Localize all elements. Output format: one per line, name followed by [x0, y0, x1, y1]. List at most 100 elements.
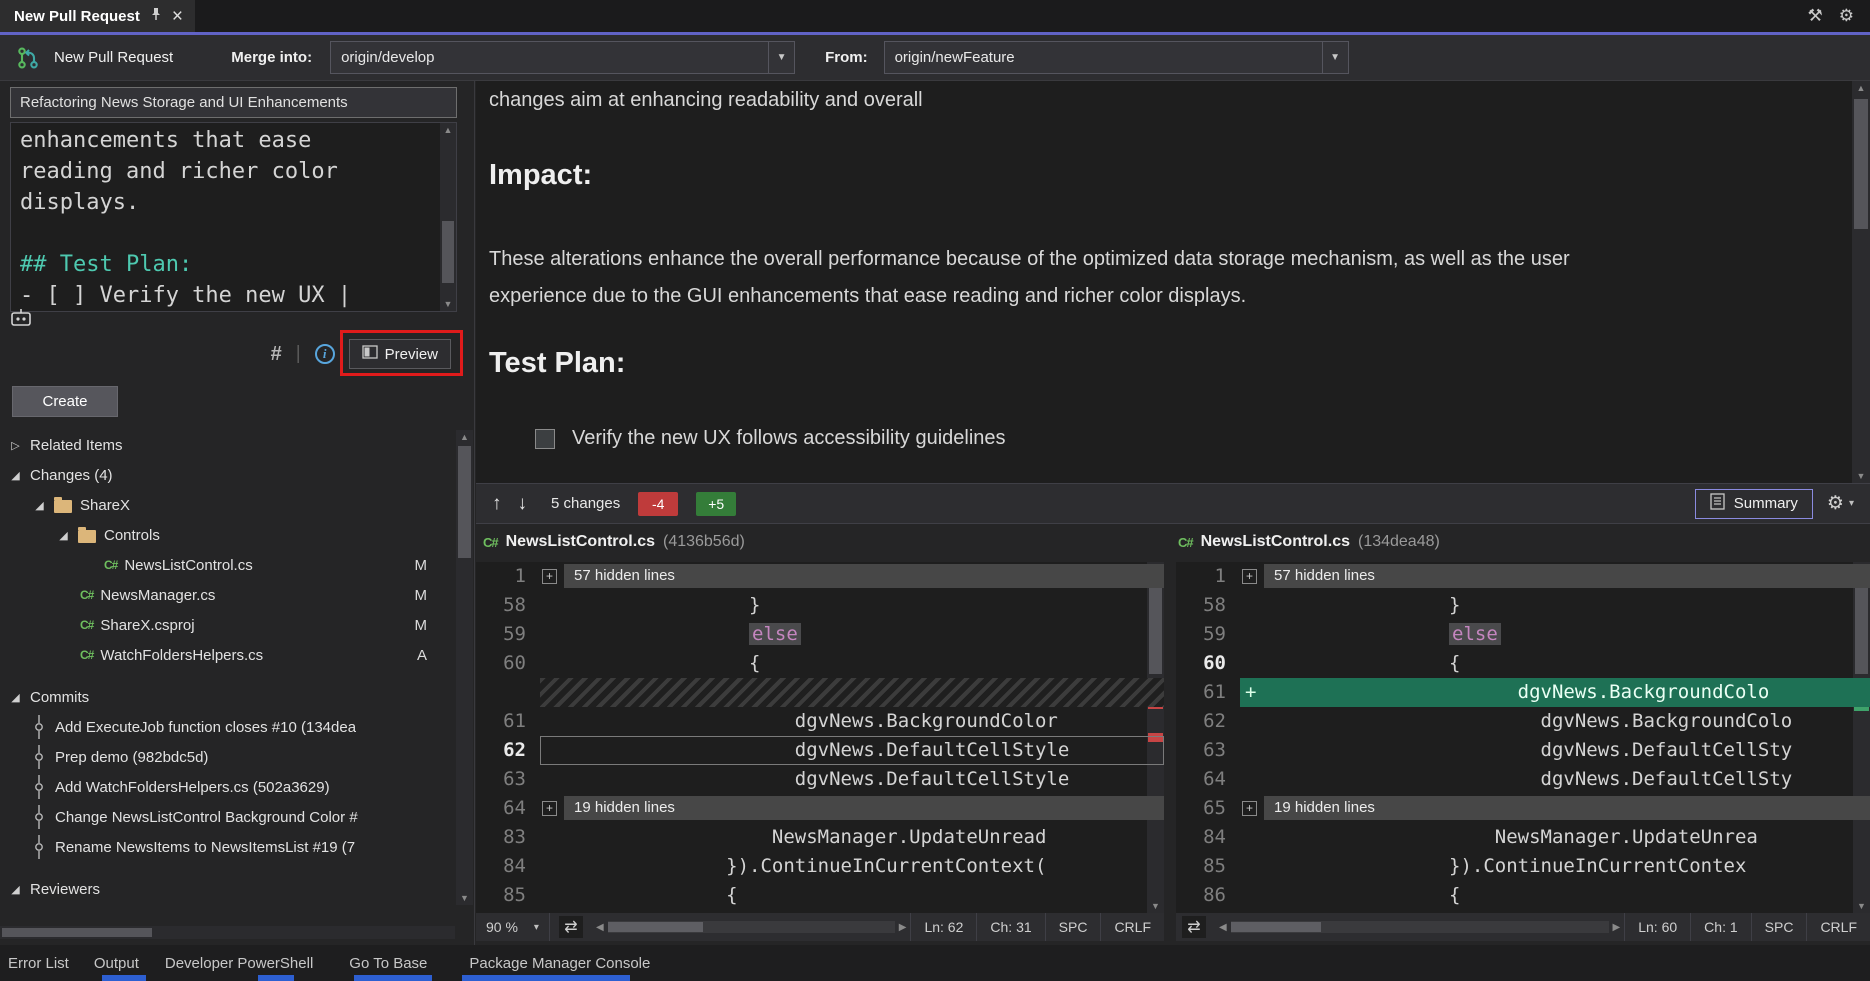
compare-toggle-icon[interactable]: ⇄ — [1182, 916, 1206, 938]
chevron-expanded-icon[interactable]: ◢ — [8, 469, 23, 482]
from-dropdown[interactable]: origin/newFeature ▼ — [884, 41, 1349, 74]
summary-doc-icon — [1710, 493, 1725, 514]
diff-left-pane[interactable]: ▲ ▼ 1+57 hidden lines58 }59 else60 {61 d… — [476, 562, 1164, 913]
tab-new-pull-request[interactable]: New Pull Request × — [0, 0, 195, 32]
tool-window-tab-package-manager-console[interactable]: Package Manager Console — [469, 955, 650, 972]
hidden-lines-bar[interactable]: 57 hidden lines — [1264, 564, 1870, 588]
scrollbar-thumb[interactable] — [458, 446, 471, 558]
tree-item-controls[interactable]: ◢Controls — [0, 520, 455, 550]
scrollbar-thumb[interactable] — [2, 928, 152, 937]
info-icon[interactable]: i — [315, 344, 335, 364]
chevron-down-icon[interactable]: ▼ — [768, 42, 794, 73]
bot-icon[interactable] — [10, 308, 32, 326]
scrollbar-thumb[interactable] — [1231, 922, 1321, 932]
taskbar-active-indicator[interactable] — [102, 975, 146, 981]
scroll-up-icon[interactable]: ▲ — [1852, 81, 1870, 95]
next-change-icon[interactable]: ↓ — [518, 493, 528, 515]
line-number: 86 — [1176, 881, 1240, 910]
scroll-up-icon[interactable]: ▲ — [456, 430, 473, 444]
settings-gear-icon[interactable]: ⚙ — [1839, 6, 1854, 26]
pin-icon[interactable] — [150, 7, 162, 25]
pr-title-input[interactable] — [10, 87, 457, 118]
tree-scrollbar[interactable]: ▲ ▼ — [456, 430, 473, 905]
hidden-lines-bar[interactable]: 57 hidden lines — [564, 564, 1164, 588]
diff-code-row: 62 dgvNews.BackgroundColo — [1176, 707, 1870, 736]
expand-region-icon[interactable]: + — [542, 569, 557, 584]
quick-tools-icon[interactable]: ⚒ — [1808, 6, 1823, 26]
scroll-right-icon[interactable]: ▶ — [1613, 922, 1621, 933]
commit-item[interactable]: Add WatchFoldersHelpers.cs (502a3629) — [0, 772, 455, 802]
preview-intro-text: changes aim at enhancing readability and… — [489, 89, 923, 112]
previous-change-icon[interactable]: ↑ — [492, 493, 502, 515]
tree-horizontal-scrollbar[interactable] — [0, 926, 455, 939]
chevron-collapsed-icon[interactable]: ▷ — [8, 439, 23, 452]
zoom-dropdown[interactable]: 90 % ▾ — [476, 913, 550, 941]
chevron-down-icon[interactable]: ▼ — [1322, 42, 1348, 73]
tree-item-newsmanager-cs[interactable]: C#NewsManager.csM — [0, 580, 455, 610]
scroll-down-icon[interactable]: ▼ — [1852, 469, 1870, 483]
keyword-highlight: else — [1449, 623, 1501, 645]
scrollbar-thumb[interactable] — [608, 922, 703, 932]
description-toolbar: # | i Preview — [0, 335, 457, 373]
tool-window-tab-output[interactable]: Output — [94, 955, 139, 972]
hidden-lines-bar[interactable]: 19 hidden lines — [1264, 796, 1870, 820]
pr-description-editor[interactable]: enhancements that easereading and richer… — [10, 122, 457, 312]
tool-window-tab-error-list[interactable]: Error List — [8, 955, 69, 972]
tree-section-commits[interactable]: ◢Commits — [0, 682, 455, 712]
scrollbar-thumb[interactable] — [1854, 99, 1868, 229]
checkbox[interactable] — [535, 429, 555, 449]
scroll-right-icon[interactable]: ▶ — [899, 922, 907, 933]
create-button[interactable]: Create — [12, 386, 118, 417]
scroll-left-icon[interactable]: ◀ — [596, 922, 604, 933]
chevron-expanded-icon[interactable]: ◢ — [8, 691, 23, 704]
commit-item[interactable]: Rename NewsItems to NewsItemsList #19 (7 — [0, 832, 455, 862]
compare-toggle-icon[interactable]: ⇄ — [559, 916, 583, 938]
tree-item-sharex[interactable]: ◢ShareX — [0, 490, 455, 520]
taskbar-active-indicator[interactable] — [354, 975, 432, 981]
chevron-expanded-icon[interactable]: ◢ — [56, 529, 71, 542]
scroll-down-icon[interactable]: ▼ — [456, 891, 473, 905]
close-icon[interactable]: × — [172, 7, 183, 26]
expand-region-icon[interactable]: + — [542, 801, 557, 816]
expand-region-icon[interactable]: + — [1242, 569, 1257, 584]
scroll-up-icon[interactable]: ▲ — [440, 123, 456, 137]
taskbar-active-indicator[interactable] — [258, 975, 294, 981]
preview-button[interactable]: Preview — [349, 339, 451, 369]
chevron-expanded-icon[interactable]: ◢ — [8, 883, 23, 896]
preview-scrollbar[interactable]: ▲ ▼ — [1852, 81, 1870, 483]
file-status-badge: M — [415, 587, 428, 604]
git-commit-icon — [32, 805, 46, 829]
tree-section-changes-4[interactable]: ◢Changes (4) — [0, 460, 455, 490]
tool-window-tab-developer-powershell[interactable]: Developer PowerShell — [165, 955, 313, 972]
commit-item[interactable]: Add ExecuteJob function closes #10 (134d… — [0, 712, 455, 742]
scroll-left-icon[interactable]: ◀ — [1219, 922, 1227, 933]
expand-region-icon[interactable]: + — [1242, 801, 1257, 816]
diff-settings-dropdown[interactable]: ⚙ ▾ — [1827, 492, 1854, 515]
tree-section-reviewers[interactable]: ◢Reviewers — [0, 874, 455, 904]
description-scrollbar[interactable]: ▲ ▼ — [440, 123, 456, 311]
collapsed-region-row[interactable]: 65+19 hidden lines — [1176, 794, 1870, 823]
merge-into-dropdown[interactable]: origin/develop ▼ — [330, 41, 795, 74]
collapsed-region-row[interactable]: 64+19 hidden lines — [476, 794, 1164, 823]
tree-section-related-items[interactable]: ▷Related Items — [0, 430, 455, 460]
summary-button[interactable]: Summary — [1695, 489, 1813, 519]
tool-window-tab-go-to-base[interactable]: Go To Base — [349, 955, 427, 972]
line-number: 59 — [476, 620, 540, 649]
collapsed-region-row[interactable]: 1+57 hidden lines — [1176, 562, 1870, 591]
hidden-lines-bar[interactable]: 19 hidden lines — [564, 796, 1164, 820]
taskbar-active-indicator[interactable] — [462, 975, 630, 981]
tree-item-newslistcontrol-cs[interactable]: C#NewsListControl.csM — [0, 550, 455, 580]
tree-item-watchfoldershelpers-cs[interactable]: C#WatchFoldersHelpers.csA — [0, 640, 455, 670]
chevron-expanded-icon[interactable]: ◢ — [32, 499, 47, 512]
collapsed-region-row[interactable]: 1+57 hidden lines — [476, 562, 1164, 591]
eol-indicator: CRLF — [1806, 913, 1870, 941]
diff-right-pane[interactable]: ▲ ▼ 1+57 hidden lines58 }59 else60 {61+ … — [1176, 562, 1870, 913]
commit-item[interactable]: Change NewsListControl Background Color … — [0, 802, 455, 832]
work-item-icon[interactable]: # — [271, 343, 282, 366]
commit-item[interactable]: Prep demo (982bdc5d) — [0, 742, 455, 772]
horizontal-scrollbar[interactable] — [608, 921, 895, 933]
scroll-down-icon[interactable]: ▼ — [440, 297, 456, 311]
horizontal-scrollbar[interactable] — [1231, 921, 1609, 933]
scrollbar-thumb[interactable] — [442, 221, 454, 283]
tree-item-sharex-csproj[interactable]: C#ShareX.csprojM — [0, 610, 455, 640]
